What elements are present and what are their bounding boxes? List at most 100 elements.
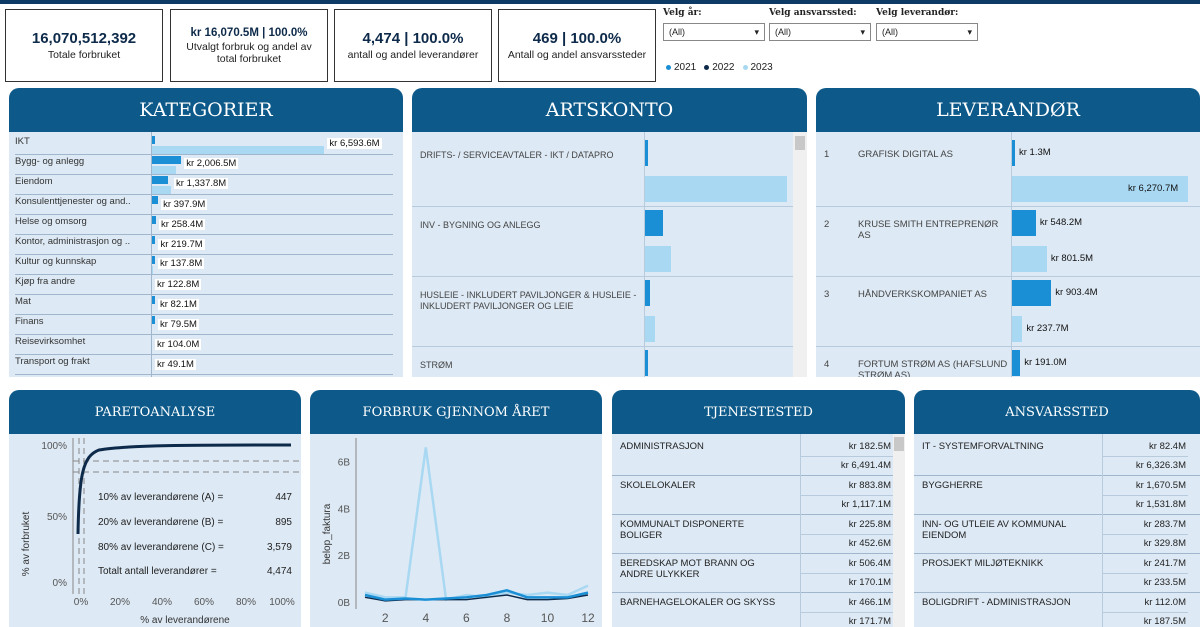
table-row-name[interactable]: SKOLELOKALER [620, 480, 780, 491]
table-value-b: kr 6,491.4M [840, 460, 891, 471]
bar-2021[interactable] [645, 210, 664, 236]
x-tick: 0% [74, 597, 89, 608]
bar-2023[interactable] [645, 316, 655, 342]
bar-2021[interactable] [645, 350, 649, 376]
bar-2021[interactable] [1012, 280, 1052, 306]
y-tick: 50% [47, 512, 67, 523]
y-tick: 100% [41, 441, 67, 452]
y-tick: 2B [338, 551, 351, 562]
supplier-name[interactable]: FORTUM STRØM AS (HAFSLUND STRØM AS) [858, 359, 1008, 377]
bar-2023[interactable] [152, 166, 177, 174]
table-row-name[interactable]: ADMINISTRASJON [620, 441, 780, 452]
bar-2021[interactable] [645, 280, 650, 306]
bar-2021[interactable] [152, 136, 155, 144]
dropdown-arrow-icon: ▾ [860, 26, 865, 37]
table-row-name[interactable]: PROSJEKT MILJØTEKNIKK [922, 558, 1082, 569]
bar-2021[interactable] [152, 156, 182, 164]
bar-2021[interactable] [152, 196, 159, 204]
y-tick: 6B [338, 457, 351, 468]
category-row[interactable]: IKT kr 6,593.6M [9, 135, 399, 155]
category-value: kr 79.5M [158, 319, 199, 330]
category-row[interactable]: Bygg- og anlegg kr 2,006.5M [9, 155, 399, 175]
x-tick: 8 [504, 611, 511, 625]
series-line-2023[interactable] [364, 447, 589, 602]
bar-2023[interactable] [645, 176, 787, 202]
table-row-name[interactable]: BYGGHERRE [922, 480, 1082, 491]
year-legend: 2021 2022 2023 [666, 62, 773, 73]
category-row[interactable]: Kjøp fra andre kr 122.8M [9, 275, 399, 295]
stat-value: 895 [275, 517, 292, 528]
supplier-name[interactable]: GRAFISK DIGITAL AS [858, 149, 1008, 160]
bar-2023[interactable] [1012, 316, 1023, 342]
select-value: (All) [775, 27, 791, 37]
table-row-name[interactable]: KOMMUNALT DISPONERTE BOLIGER [620, 519, 780, 541]
bar-2021[interactable] [1012, 210, 1036, 236]
kpi-value: 469 | 100.0% [532, 30, 622, 47]
bar-2021[interactable] [152, 236, 156, 244]
bar-2021[interactable] [152, 316, 155, 324]
category-row[interactable]: Helse og omsorg kr 258.4M [9, 215, 399, 235]
table-row-name[interactable]: IT - SYSTEMFORVALTNING [922, 441, 1082, 452]
x-tick: 12 [581, 611, 595, 625]
category-row[interactable]: Konsulenttjenester og and.. kr 397.9M [9, 195, 399, 215]
filter-label: Velg år: [663, 8, 702, 18]
bar-2023[interactable] [152, 186, 172, 194]
forbruk-header: FORBRUK GJENNOM ÅRET [310, 390, 602, 434]
kpi-value: kr 16,070.5M | 100.0% [190, 26, 308, 39]
legend-item-2021[interactable]: 2021 [666, 62, 696, 73]
kpi-total-consumption: 16,070,512,392 Totale forbruket [5, 9, 163, 82]
bar-2021[interactable] [152, 296, 155, 304]
bar-2023[interactable] [1012, 246, 1047, 272]
category-row[interactable]: Mat kr 82.1M [9, 295, 399, 315]
bar-2021[interactable] [152, 176, 169, 184]
table-row-name[interactable]: BOLIGDRIFT - ADMINISTRASJON [922, 597, 1082, 608]
artskonto-label[interactable]: STRØM [420, 360, 645, 371]
row-divider [800, 456, 893, 457]
scroll-thumb[interactable] [894, 437, 904, 451]
filter-year: Velg år: (All) ▾ [663, 8, 765, 41]
bar-2021[interactable] [1012, 350, 1021, 376]
artskonto-label[interactable]: DRIFTS- / SERVICEAVTALER - IKT / DATAPRO [420, 150, 645, 161]
table-row-name[interactable]: BARNEHAGELOKALER OG SKYSS [620, 597, 780, 608]
category-row[interactable]: Transport og frakt kr 49.1M [9, 355, 399, 375]
table-row-name[interactable]: BEREDSKAP MOT BRANN OG ANDRE ULYKKER [620, 558, 780, 580]
kpi-selected-consumption: kr 16,070.5M | 100.0% Utvalgt forbruk og… [170, 9, 328, 82]
forbruk-panel: belop_faktura 6B 4B 2B 0B 2 4 6 8 10 12 [310, 434, 602, 627]
bar-2021[interactable] [152, 256, 155, 264]
scroll-thumb[interactable] [795, 136, 805, 150]
responsibility-select[interactable]: (All) ▾ [769, 23, 871, 41]
table-value-a: kr 506.4M [848, 558, 891, 569]
kpi-label: Totale forbruket [47, 49, 121, 61]
supplier-select[interactable]: (All) ▾ [876, 23, 978, 41]
dropdown-arrow-icon: ▾ [754, 26, 759, 37]
stat-value: 3,579 [267, 542, 292, 553]
select-value: (All) [669, 27, 685, 37]
x-tick: 100% [269, 597, 295, 608]
supplier-name[interactable]: KRUSE SMITH ENTREPRENØR AS [858, 219, 1008, 241]
category-label: Mat [15, 296, 31, 307]
supplier-name[interactable]: HÅNDVERKSKOMPANIET AS [858, 289, 1008, 300]
kpi-value: 4,474 | 100.0% [362, 30, 464, 47]
x-tick: 10 [541, 611, 555, 625]
artskonto-label[interactable]: INV - BYGNING OG ANLEGG [420, 220, 645, 231]
bar-2021[interactable] [152, 216, 156, 224]
category-row[interactable]: Eiendom kr 1,337.8M [9, 175, 399, 195]
table-row-name[interactable]: INN- OG UTLEIE AV KOMMUNAL EIENDOM [922, 519, 1082, 541]
bar-2023[interactable] [152, 266, 154, 274]
year-select[interactable]: (All) ▾ [663, 23, 765, 41]
category-row[interactable]: Kontor, administrasjon og .. kr 219.7M [9, 235, 399, 255]
artskonto-scrollbar[interactable] [793, 132, 807, 377]
legend-item-2022[interactable]: 2022 [704, 62, 735, 73]
tjenestested-scrollbar[interactable] [893, 434, 905, 627]
bar-2021[interactable] [645, 140, 648, 166]
row-divider [816, 346, 1200, 347]
bar-2021[interactable] [1012, 140, 1015, 166]
category-row[interactable]: Reisevirksomhet kr 104.0M [9, 335, 399, 355]
artskonto-label[interactable]: HUSLEIE - INKLUDERT PAVILJONGER & HUSLEI… [420, 290, 645, 312]
legend-item-2023[interactable]: 2023 [742, 62, 773, 73]
bar-2023[interactable] [152, 146, 325, 154]
bar-2023[interactable] [645, 246, 672, 272]
category-row[interactable]: Finans kr 79.5M [9, 315, 399, 335]
select-value: (All) [882, 27, 898, 37]
category-row[interactable]: Kultur og kunnskap kr 137.8M [9, 255, 399, 275]
